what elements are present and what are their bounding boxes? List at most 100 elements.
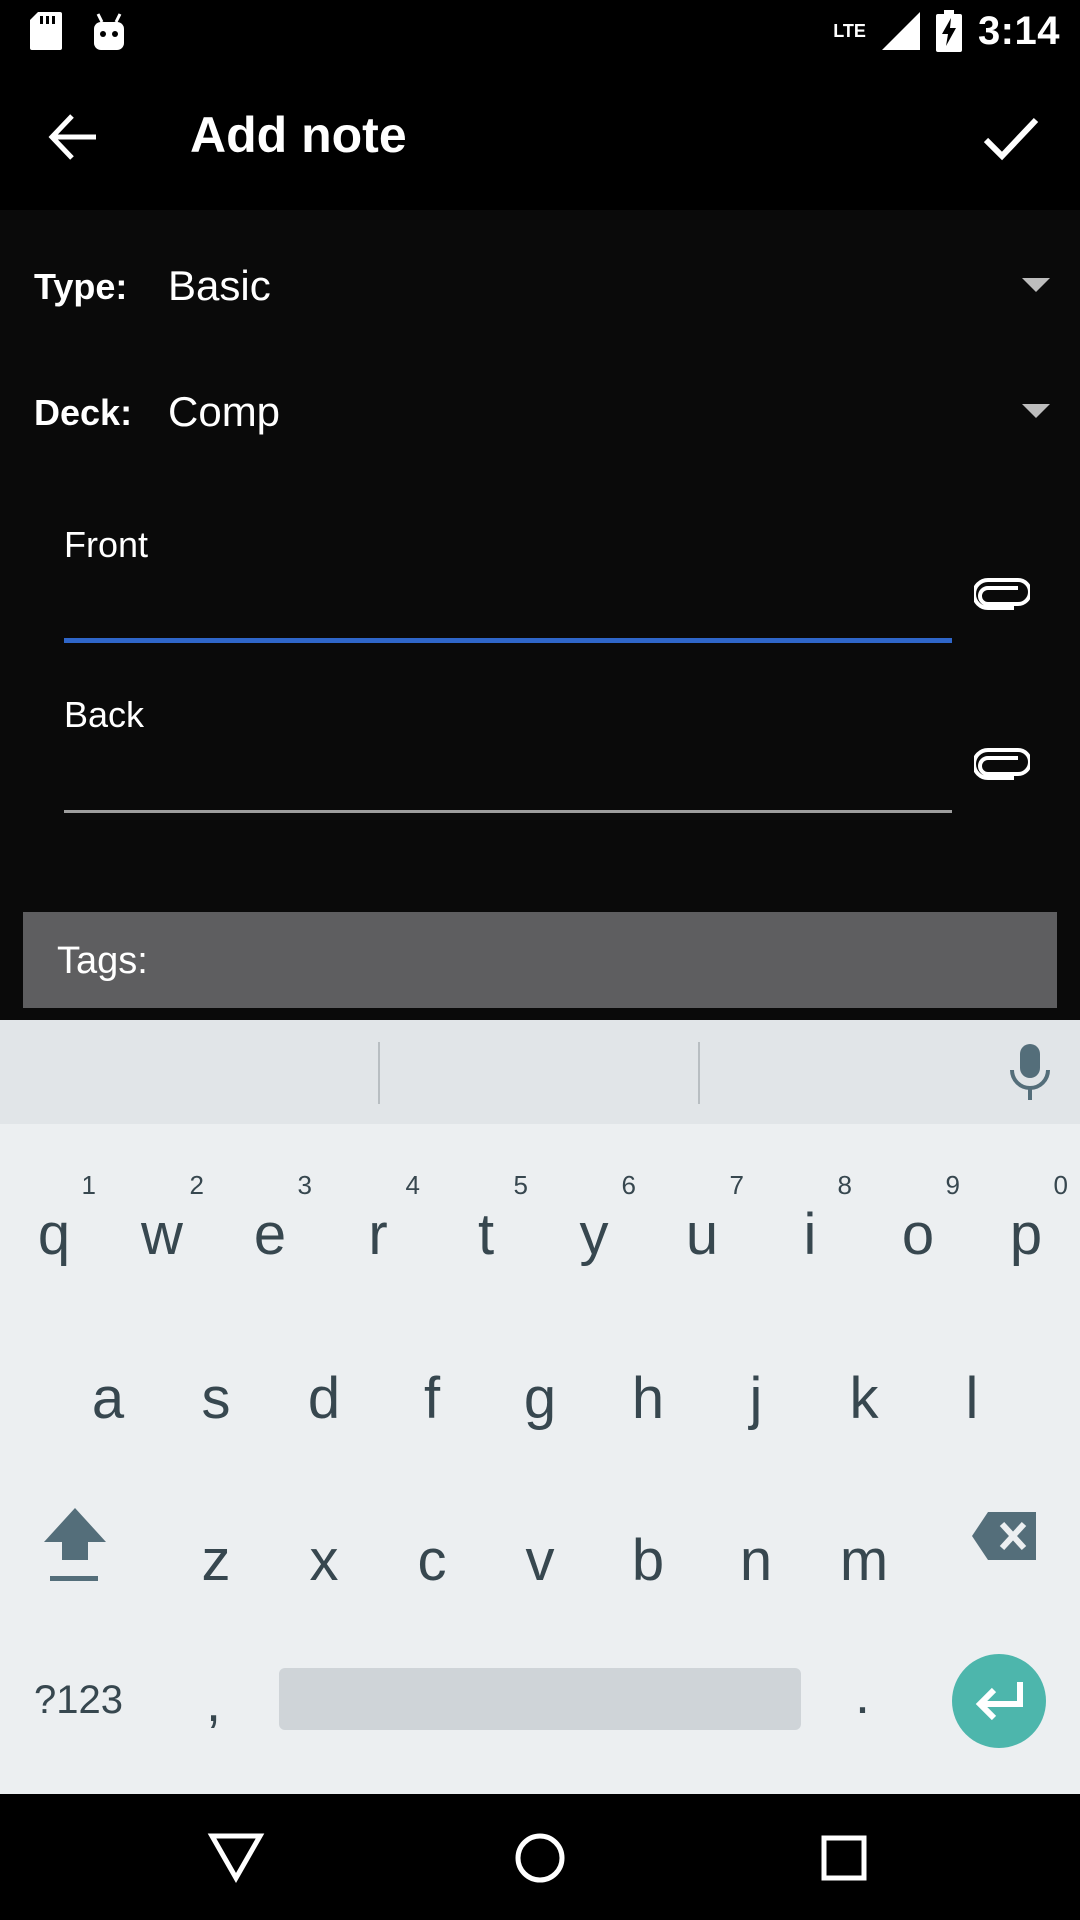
key-number-hint: 8 xyxy=(837,1170,852,1200)
page-title: Add note xyxy=(190,107,407,163)
key-letter: g xyxy=(523,1366,557,1431)
network-type: LTE xyxy=(833,20,866,41)
key-letter: z xyxy=(201,1528,231,1593)
key-number-hint: 5 xyxy=(513,1170,528,1200)
android-icon xyxy=(94,13,124,50)
key-x[interactable]: x xyxy=(270,1532,378,1590)
shift-icon[interactable] xyxy=(42,1504,108,1588)
navigation-bar xyxy=(0,1794,1080,1920)
key-g[interactable]: g xyxy=(486,1370,594,1428)
back-label: Back xyxy=(64,694,145,735)
key-n[interactable]: n xyxy=(702,1532,810,1590)
key-k[interactable]: k xyxy=(810,1370,918,1428)
battery-charging-icon xyxy=(935,10,962,52)
chevron-down-icon xyxy=(1022,278,1050,292)
key-letter: o xyxy=(901,1202,935,1267)
chevron-down-icon xyxy=(1022,404,1050,418)
soft-keyboard: q1w2e3r4t5y6u7i8o9p0 asdfghjkl zxcvbnm ?… xyxy=(0,1020,1080,1794)
enter-key[interactable] xyxy=(952,1654,1046,1748)
key-i[interactable]: i8 xyxy=(756,1170,864,1264)
symbols-key[interactable]: ?123 xyxy=(34,1678,123,1723)
key-v[interactable]: v xyxy=(486,1532,594,1590)
type-value: Basic xyxy=(168,262,271,309)
front-underline xyxy=(64,638,952,643)
tags-button[interactable]: Tags: xyxy=(23,912,1057,1008)
sd-card-icon xyxy=(30,12,62,50)
type-label: Type: xyxy=(34,266,128,307)
key-b[interactable]: b xyxy=(594,1532,702,1590)
key-letter: c xyxy=(417,1528,447,1593)
key-letter: q xyxy=(37,1202,71,1267)
key-q[interactable]: q1 xyxy=(0,1170,108,1264)
recents-square-icon[interactable] xyxy=(814,1828,874,1888)
tags-label: Tags: xyxy=(57,940,148,982)
key-letter: i xyxy=(803,1202,817,1267)
key-y[interactable]: y6 xyxy=(540,1170,648,1264)
key-number-hint: 3 xyxy=(297,1170,312,1200)
microphone-icon[interactable] xyxy=(1008,1044,1052,1100)
key-number-hint: 2 xyxy=(189,1170,204,1200)
key-l[interactable]: l xyxy=(918,1370,1026,1428)
note-form: Type: Basic Deck: Comp Front Back Tags: xyxy=(0,210,1080,1020)
front-label: Front xyxy=(64,524,149,565)
key-h[interactable]: h xyxy=(594,1370,702,1428)
key-u[interactable]: u7 xyxy=(648,1170,756,1264)
paperclip-icon[interactable] xyxy=(974,578,1030,612)
key-letter: m xyxy=(839,1528,889,1593)
back-triangle-icon[interactable] xyxy=(206,1828,266,1888)
signal-icon xyxy=(881,12,920,50)
key-letter: a xyxy=(91,1366,125,1431)
toolbar: Add note xyxy=(0,62,1080,210)
key-number-hint: 7 xyxy=(729,1170,744,1200)
key-letter: v xyxy=(525,1528,555,1593)
note-type-selector[interactable]: Type: Basic xyxy=(0,236,1080,336)
back-field: Back xyxy=(0,680,1080,850)
front-input[interactable] xyxy=(64,570,952,640)
key-letter: b xyxy=(631,1528,665,1593)
enter-icon xyxy=(975,1682,1023,1720)
suggestion-divider xyxy=(698,1042,700,1104)
clock: 3:14 xyxy=(977,8,1060,53)
key-c[interactable]: c xyxy=(378,1532,486,1590)
back-input[interactable] xyxy=(64,740,952,810)
key-letter: k xyxy=(849,1366,879,1431)
key-o[interactable]: o9 xyxy=(864,1170,972,1264)
key-w[interactable]: w2 xyxy=(108,1170,216,1264)
key-z[interactable]: z xyxy=(162,1532,270,1590)
key-letter: u xyxy=(685,1202,719,1267)
suggestion-divider xyxy=(378,1042,380,1104)
key-letter: p xyxy=(1009,1202,1043,1267)
status-bar: LTE 3:14 xyxy=(0,0,1080,62)
deck-selector[interactable]: Deck: Comp xyxy=(0,362,1080,462)
key-letter: l xyxy=(965,1366,979,1431)
key-a[interactable]: a xyxy=(54,1370,162,1428)
back-underline xyxy=(64,810,952,813)
key-m[interactable]: m xyxy=(810,1532,918,1590)
key-d[interactable]: d xyxy=(270,1370,378,1428)
paperclip-icon[interactable] xyxy=(974,748,1030,782)
front-field: Front xyxy=(0,510,1080,680)
space-bar[interactable] xyxy=(279,1668,801,1730)
home-circle-icon[interactable] xyxy=(510,1828,570,1888)
key-f[interactable]: f xyxy=(378,1370,486,1428)
key-number-hint: 1 xyxy=(81,1170,96,1200)
key-e[interactable]: e3 xyxy=(216,1170,324,1264)
backspace-icon[interactable] xyxy=(972,1512,1036,1560)
key-p[interactable]: p0 xyxy=(972,1170,1080,1264)
key-number-hint: 6 xyxy=(621,1170,636,1200)
key-letter: d xyxy=(307,1366,341,1431)
deck-value: Comp xyxy=(168,388,281,435)
key-j[interactable]: j xyxy=(702,1370,810,1428)
key-letter: h xyxy=(631,1366,665,1431)
arrow-back-icon[interactable] xyxy=(40,102,110,172)
key-s[interactable]: s xyxy=(162,1370,270,1428)
check-icon[interactable] xyxy=(976,102,1046,172)
key-letter: x xyxy=(309,1528,339,1593)
key-letter: y xyxy=(579,1202,609,1267)
key-letter: j xyxy=(749,1366,763,1431)
key-t[interactable]: t5 xyxy=(432,1170,540,1264)
key-r[interactable]: r4 xyxy=(324,1170,432,1264)
period-key[interactable]: . xyxy=(855,1664,870,1726)
comma-key[interactable]: , xyxy=(206,1672,221,1734)
key-letter: r xyxy=(368,1202,388,1267)
